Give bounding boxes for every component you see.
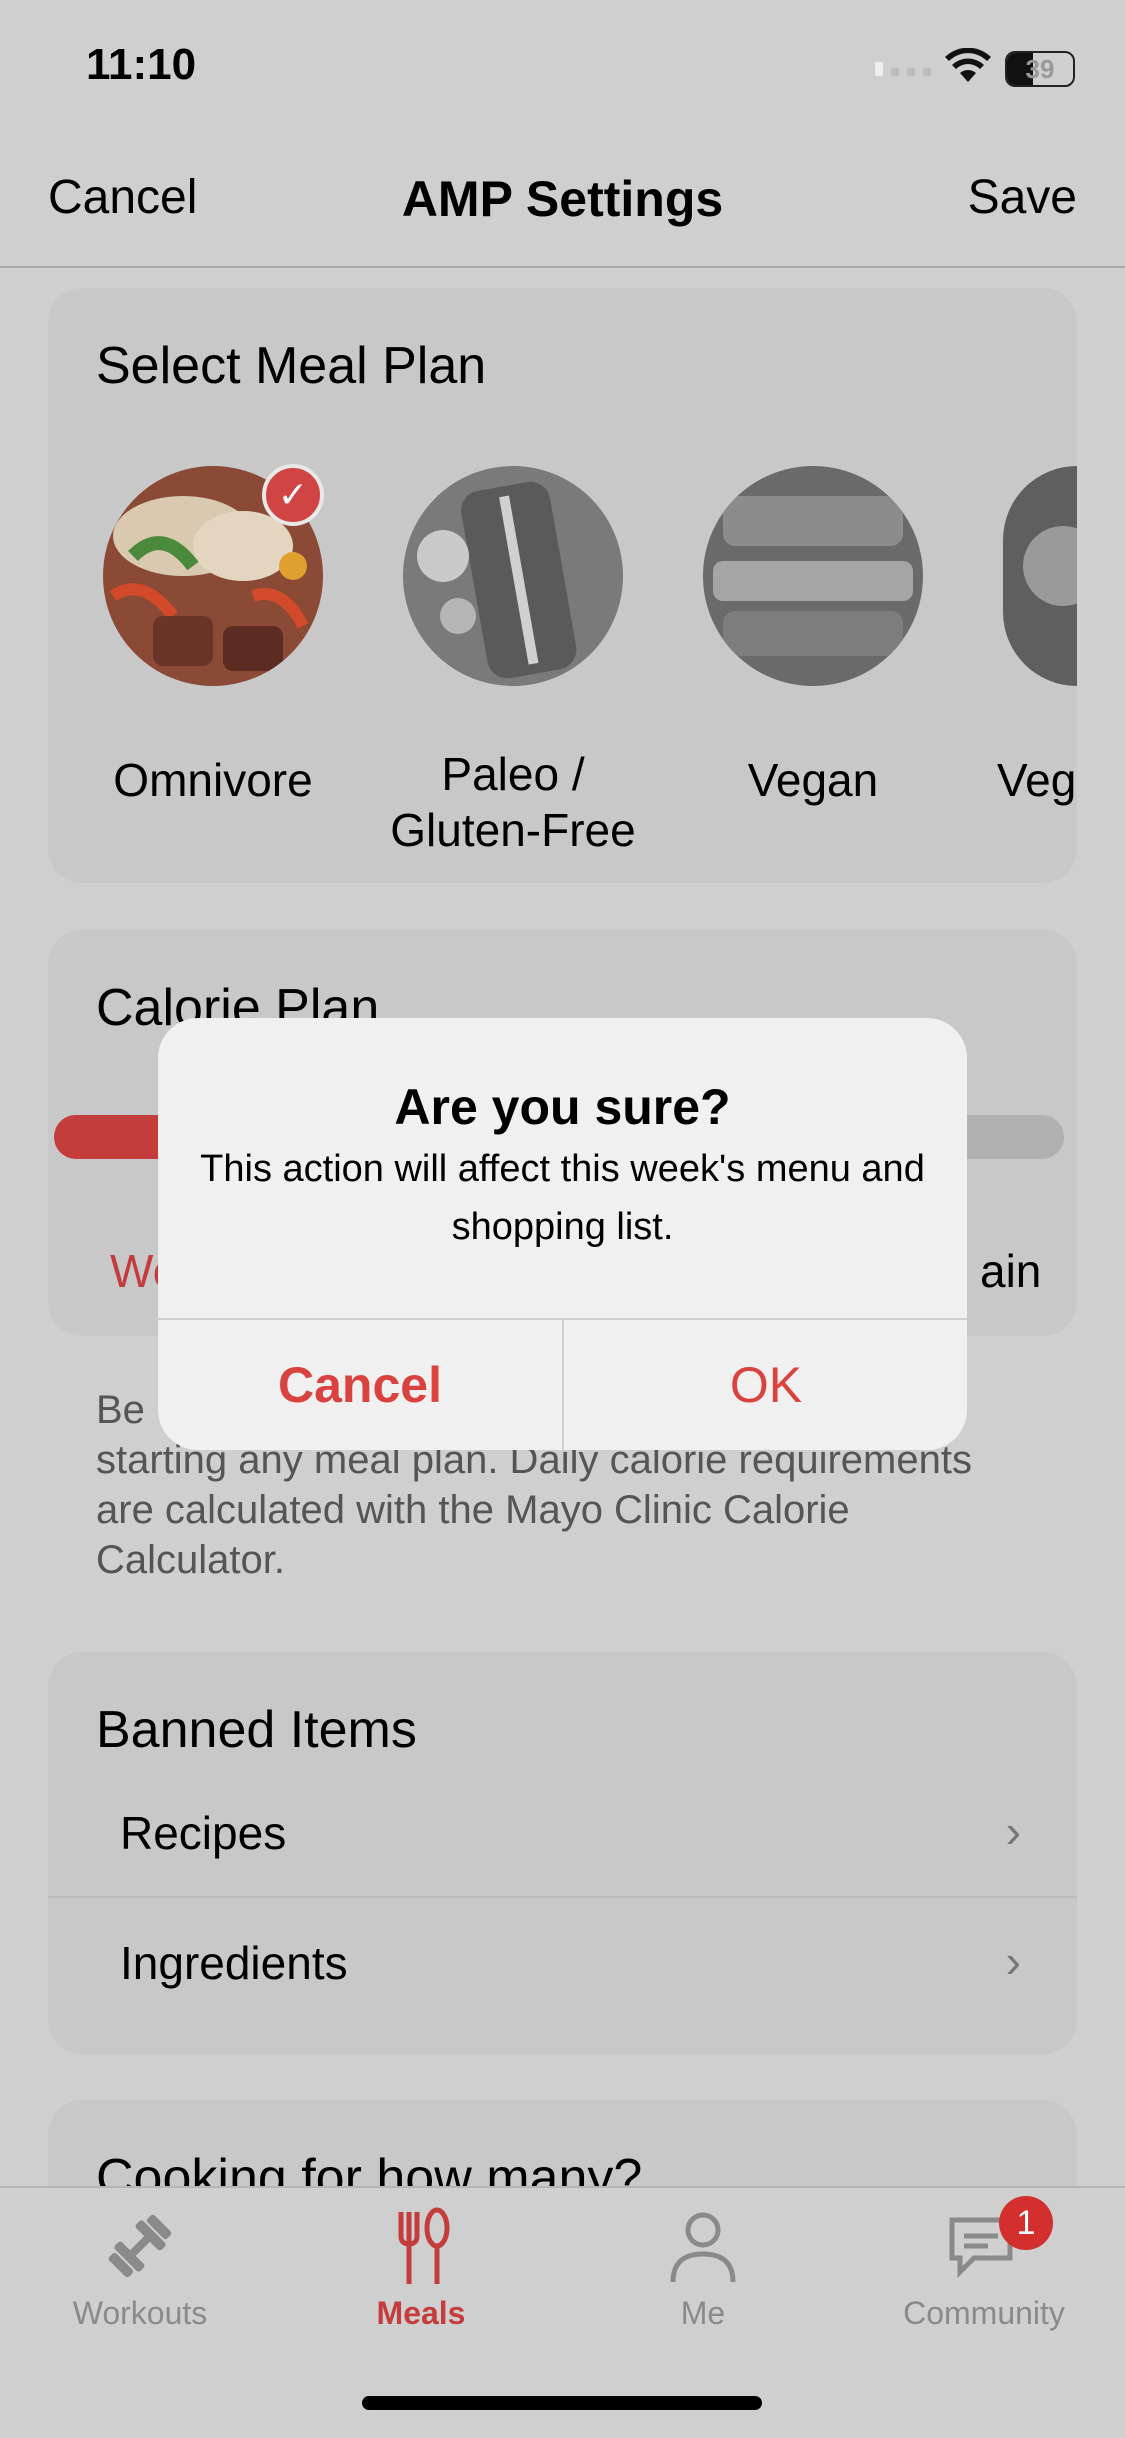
status-time: 11:10 bbox=[86, 40, 197, 89]
tab-community[interactable]: Community bbox=[884, 2206, 1084, 2332]
chat-icon bbox=[884, 2206, 1084, 2291]
meal-option-omnivore-label[interactable]: Omnivore bbox=[63, 752, 363, 808]
alert-ok-button[interactable]: OK bbox=[564, 1320, 967, 1450]
selected-check-icon: ✓ bbox=[262, 464, 324, 526]
banned-ingredients-label: Ingredients bbox=[120, 1937, 348, 1989]
banned-items-title: Banned Items bbox=[96, 1701, 417, 1759]
tab-meals[interactable]: Meals bbox=[321, 2206, 521, 2332]
save-button[interactable]: Save bbox=[968, 170, 1077, 225]
person-icon bbox=[603, 2206, 803, 2291]
banned-recipes-row[interactable]: Recipes › bbox=[48, 1790, 1077, 1880]
banned-ingredients-row[interactable]: Ingredients › bbox=[48, 1920, 1077, 2010]
home-indicator bbox=[362, 2396, 762, 2410]
battery-icon: 39 bbox=[1005, 50, 1075, 87]
alert-message: This action will affect this week's menu… bbox=[200, 1148, 925, 1248]
alert-title: Are you sure? bbox=[394, 1079, 731, 1135]
tab-workouts[interactable]: Workouts bbox=[40, 2206, 240, 2332]
banned-recipes-label: Recipes bbox=[120, 1807, 287, 1859]
cancel-nav-button[interactable]: Cancel bbox=[48, 170, 197, 225]
alert-cancel-button[interactable]: Cancel bbox=[158, 1320, 562, 1450]
notification-badge: 1 bbox=[999, 2196, 1053, 2250]
meal-option-vegan-label[interactable]: Vegan bbox=[663, 752, 963, 808]
calorie-right-label: ain bbox=[980, 1245, 1042, 1297]
tab-me[interactable]: Me bbox=[603, 2206, 803, 2332]
meal-plan-title: Select Meal Plan bbox=[96, 337, 487, 395]
confirm-alert: Are you sure? This action will affect th… bbox=[158, 1018, 967, 1450]
dumbbell-icon bbox=[40, 2206, 240, 2291]
status-icons: 39 bbox=[875, 47, 1075, 89]
chevron-right-icon: › bbox=[1005, 1805, 1021, 1857]
row-divider bbox=[48, 1896, 1077, 1898]
signal-icon bbox=[875, 56, 931, 81]
wifi-icon bbox=[945, 47, 991, 89]
meal-option-paleo-label[interactable]: Paleo / Gluten-Free bbox=[363, 746, 663, 858]
meal-option-paleo-image[interactable] bbox=[403, 466, 623, 686]
chevron-right-icon: › bbox=[1005, 1935, 1021, 1987]
meal-option-vegetarian-label[interactable]: Veg bbox=[997, 752, 1077, 808]
meal-option-vegan-image[interactable] bbox=[703, 466, 923, 686]
fork-spoon-icon bbox=[321, 2206, 521, 2291]
